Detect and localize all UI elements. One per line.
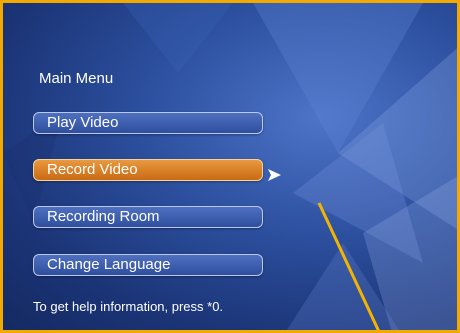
- screen-frame: Main Menu Play Video Record Video Record…: [0, 0, 460, 333]
- annotation-line: [317, 202, 380, 330]
